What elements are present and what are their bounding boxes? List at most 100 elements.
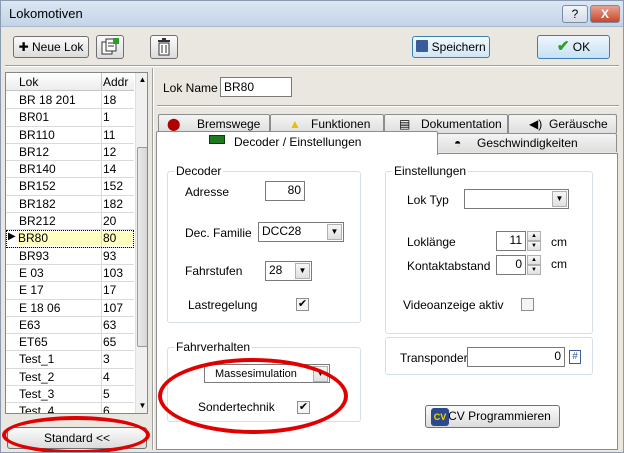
tab-decoder-einstellungen[interactable]: Decoder / Einstellungen — [156, 131, 438, 155]
dec-familie-select[interactable]: DCC28 ▼ — [258, 222, 344, 242]
column-header-lok[interactable]: Lok — [19, 75, 38, 89]
tab-geschwindigkeiten[interactable]: ◓ Geschwindigkeiten — [437, 133, 617, 152]
spin-up-icon[interactable]: ▲ — [527, 255, 541, 265]
fahrstufen-select[interactable]: 28 ▼ — [265, 261, 312, 281]
lok-typ-select[interactable]: ▼ — [464, 189, 569, 209]
videoanzeige-checkbox[interactable] — [521, 298, 534, 311]
lok-addr-cell: 17 — [103, 283, 117, 298]
loklaenge-spinner[interactable]: ▲ ▼ — [527, 231, 541, 251]
table-row[interactable]: E 03 103 — [6, 264, 134, 283]
table-row[interactable]: Test_2 4 — [6, 368, 134, 387]
save-button[interactable]: Speichern — [412, 36, 490, 58]
fahrverhalten-mode-select[interactable]: Massesimulation ▼ — [204, 364, 330, 383]
chevron-down-icon[interactable]: ▼ — [327, 224, 342, 240]
ok-button[interactable]: ✔ OK — [537, 35, 610, 59]
table-row[interactable]: E63 63 — [6, 316, 134, 335]
table-row[interactable]: BR110 11 — [6, 126, 134, 144]
table-row[interactable]: BR12 12 — [6, 143, 134, 162]
table-row[interactable]: ▶ BR80 80 — [6, 230, 134, 248]
chevron-down-icon[interactable]: ▼ — [552, 191, 567, 207]
column-divider — [101, 282, 102, 299]
document-icon: ▤ — [399, 117, 411, 131]
copy-button[interactable] — [96, 35, 124, 59]
spin-down-icon[interactable]: ▼ — [527, 241, 541, 251]
speaker-icon: ◀) — [529, 117, 543, 131]
fahrverhalten-mode-value: Massesimulation — [215, 368, 297, 380]
table-row[interactable]: Test_3 5 — [6, 386, 134, 404]
pane-separator[interactable] — [152, 68, 154, 450]
header-separator — [157, 105, 619, 107]
lok-name-cell: BR212 — [19, 214, 56, 229]
lok-name-cell: E63 — [19, 317, 41, 332]
transponder-icon[interactable]: # — [569, 350, 581, 364]
table-row[interactable]: BR212 20 — [6, 213, 134, 231]
lok-name-input[interactable]: BR80 — [220, 77, 292, 97]
table-row[interactable]: BR 18 201 18 — [6, 92, 134, 110]
table-row[interactable]: BR182 182 — [6, 195, 134, 214]
scroll-up-icon[interactable]: ▲ — [136, 73, 147, 87]
videoanzeige-label: Videoanzeige aktiv — [403, 298, 504, 312]
new-lok-button[interactable]: ✚ Neue Lok — [13, 36, 89, 58]
lok-name-cell: ET65 — [19, 335, 48, 350]
column-divider — [101, 213, 102, 230]
help-button[interactable]: ? — [562, 5, 588, 23]
kontaktabstand-label: Kontaktabstand — [407, 259, 491, 273]
transponder-input[interactable]: 0 — [467, 347, 565, 367]
table-row[interactable]: BR152 152 — [6, 178, 134, 196]
sondertechnik-checkbox[interactable]: ✔ — [297, 401, 310, 414]
table-row[interactable]: BR01 1 — [6, 109, 134, 127]
lastregelung-checkbox[interactable]: ✔ — [296, 298, 309, 311]
tab-geraeusche[interactable]: ◀) Geräusche — [508, 114, 617, 133]
close-button[interactable]: X — [590, 5, 620, 23]
lok-name-cell: BR93 — [19, 248, 50, 263]
cv-programmieren-button[interactable]: CV CV Programmieren — [425, 405, 560, 428]
lok-name-cell: BR12 — [19, 144, 50, 159]
decoder-group: Decoder Adresse 80 Dec. Familie DCC28 ▼ … — [167, 164, 361, 323]
loklaenge-unit: cm — [551, 235, 567, 249]
trash-icon — [158, 38, 170, 56]
delete-button[interactable] — [150, 35, 178, 59]
table-row[interactable]: BR93 93 — [6, 247, 134, 265]
lok-addr-cell: 4 — [103, 369, 110, 384]
fahrstufen-label: Fahrstufen — [185, 264, 243, 278]
table-row[interactable]: ET65 65 — [6, 334, 134, 352]
lok-addr-cell: 12 — [103, 144, 117, 159]
lok-addr-cell: 152 — [103, 179, 124, 194]
kontaktabstand-spinner[interactable]: ▲ ▼ — [527, 255, 541, 275]
copy-icon — [101, 38, 119, 55]
tab-geraeusche-label: Geräusche — [549, 117, 608, 131]
lok-list[interactable]: Lok Addr BR 18 201 18 BR01 1 BR110 11 BR12 12 BR… — [5, 72, 148, 414]
adresse-input[interactable]: 80 — [265, 181, 305, 201]
chevron-down-icon[interactable]: ▼ — [313, 366, 328, 382]
loklaenge-input[interactable]: 11 — [496, 231, 526, 251]
column-header-addr[interactable]: Addr — [103, 75, 128, 89]
plus-icon: ✚ — [18, 40, 29, 54]
spin-down-icon[interactable]: ▼ — [527, 265, 541, 275]
column-divider — [101, 368, 102, 386]
table-row[interactable]: BR140 14 — [6, 161, 134, 179]
standard-button[interactable]: Standard << — [7, 427, 147, 449]
list-header: Lok Addr — [6, 73, 134, 91]
table-row[interactable]: E 17 17 — [6, 282, 134, 300]
list-scrollbar[interactable]: ▲ ▼ — [135, 73, 147, 413]
spin-up-icon[interactable]: ▲ — [527, 231, 541, 241]
lok-name-label: Lok Name — [163, 81, 218, 95]
sondertechnik-label: Sondertechnik — [198, 400, 275, 414]
table-row[interactable]: E 18 06 107 — [6, 299, 134, 317]
column-divider — [101, 334, 102, 351]
table-row[interactable]: Test_1 3 — [6, 351, 134, 369]
column-divider — [101, 109, 102, 126]
lok-name-cell: BR152 — [19, 179, 56, 194]
kontaktabstand-input[interactable]: 0 — [496, 255, 526, 275]
scrollbar-thumb[interactable] — [137, 147, 147, 347]
chevron-down-icon[interactable]: ▼ — [295, 263, 310, 279]
lok-addr-cell: 103 — [103, 265, 124, 280]
table-row[interactable]: Test_4 6 — [6, 403, 134, 413]
save-label: Speichern — [431, 40, 486, 54]
scroll-down-icon[interactable]: ▼ — [136, 399, 147, 413]
column-divider — [101, 403, 102, 413]
tab-geschwindigkeiten-label: Geschwindigkeiten — [477, 136, 578, 150]
decoder-chip-icon — [209, 135, 225, 144]
row-selector-icon: ▶ — [8, 231, 16, 243]
loklaenge-label: Loklänge — [407, 235, 456, 249]
